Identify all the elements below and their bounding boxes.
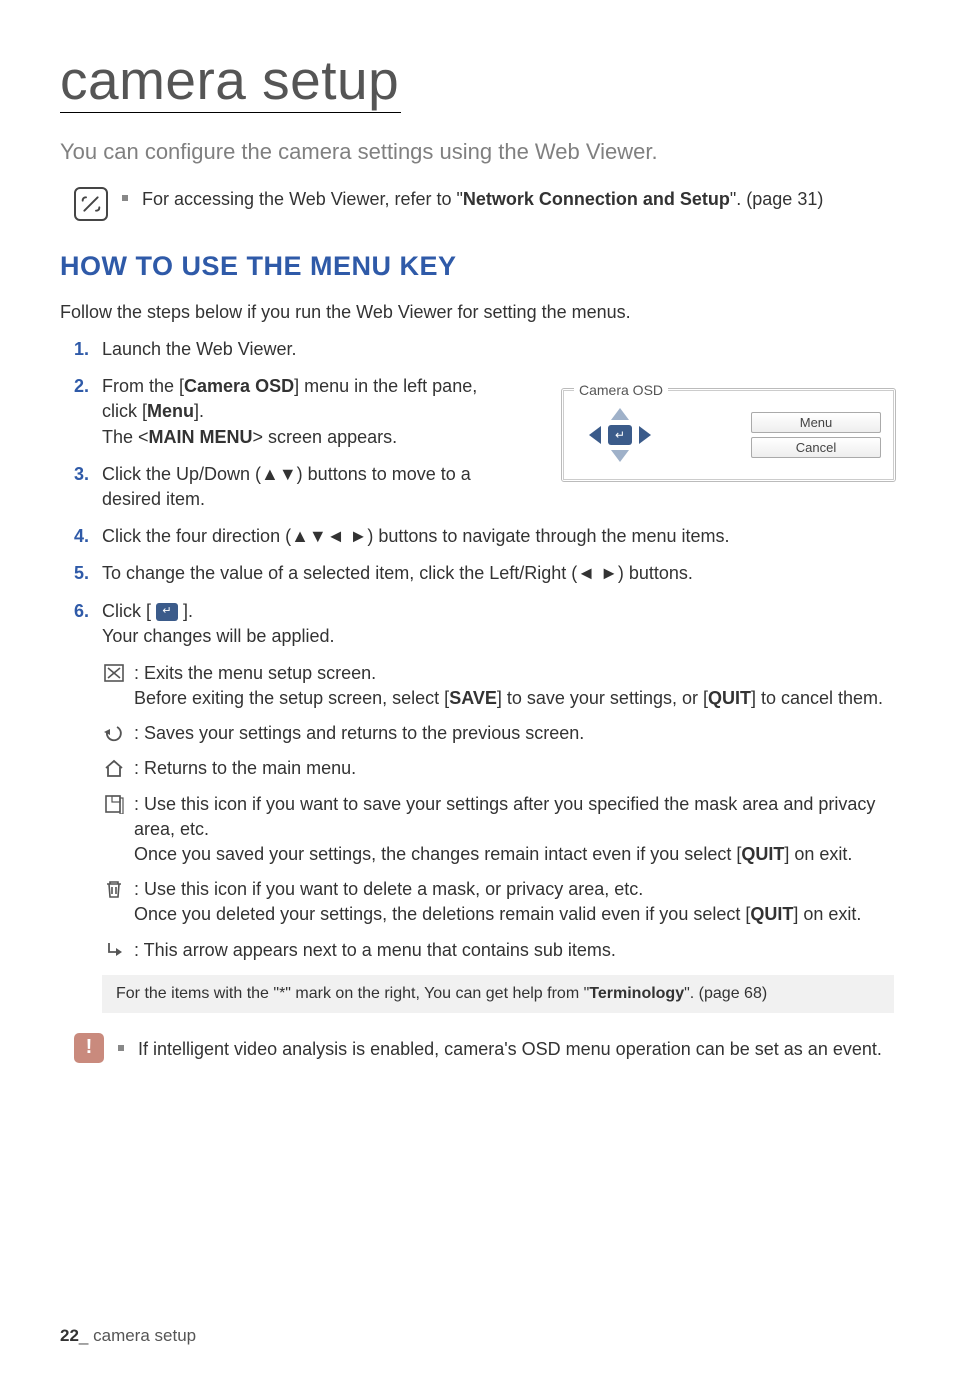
glyph-exit: : Exits the menu setup screen. Before ex… [102, 661, 894, 711]
step-2: 2. From the [Camera OSD] menu in the lef… [102, 374, 492, 450]
intro-text: You can configure the camera settings us… [60, 139, 894, 165]
submenu-arrow-icon [102, 939, 126, 961]
glyph-list: : Exits the menu setup screen. Before ex… [60, 661, 894, 963]
bullet-icon [118, 1045, 124, 1051]
note-icon [74, 187, 108, 221]
step-4: 4.Click the four direction (▲▼◄ ►) butto… [102, 524, 894, 549]
glyph-submenu: : This arrow appears next to a menu that… [102, 938, 894, 963]
step-5: 5.To change the value of a selected item… [102, 561, 894, 586]
cancel-button[interactable]: Cancel [751, 437, 881, 458]
page-footer: 22_ camera setup [60, 1326, 196, 1346]
page-title-wrap: camera setup [60, 48, 401, 113]
caution-icon: ! [74, 1033, 104, 1063]
exit-icon [102, 662, 126, 684]
bullet-icon [122, 195, 128, 201]
step-3: 3.Click the Up/Down (▲▼) buttons to move… [102, 462, 492, 512]
tip-box: For the items with the "*" mark on the r… [102, 975, 894, 1013]
glyph-save: : Use this icon if you want to save your… [102, 792, 894, 868]
steps-list: 1.Launch the Web Viewer. 2. From the [Ca… [60, 337, 894, 649]
menu-button[interactable]: Menu [751, 412, 881, 433]
osd-figure: Camera OSD ↵ Menu Cancel [561, 388, 896, 482]
enter-icon: ↵ [156, 603, 178, 621]
trash-icon [102, 878, 126, 900]
step-1: 1.Launch the Web Viewer. [102, 337, 492, 362]
caution-text: If intelligent video analysis is enabled… [138, 1037, 882, 1061]
note-text: For accessing the Web Viewer, refer to "… [142, 187, 823, 211]
arrow-up-icon[interactable] [611, 408, 629, 420]
glyph-back: : Saves your settings and returns to the… [102, 721, 894, 746]
arrow-right-icon[interactable] [639, 426, 651, 444]
body-text: Follow the steps below if you run the We… [60, 302, 894, 323]
home-icon [102, 757, 126, 779]
save-icon [102, 793, 126, 815]
glyph-home: : Returns to the main menu. [102, 756, 894, 781]
back-icon [102, 722, 126, 744]
page-number: 22 [60, 1326, 79, 1345]
enter-button[interactable]: ↵ [608, 425, 632, 445]
arrow-left-icon[interactable] [589, 426, 601, 444]
page-title: camera setup [60, 48, 399, 112]
glyph-delete: : Use this icon if you want to delete a … [102, 877, 894, 927]
caution-row: ! If intelligent video analysis is enabl… [74, 1033, 894, 1063]
figure-legend: Camera OSD [574, 382, 668, 398]
step-6: 6. Click [ ↵ ]. Your changes will be app… [102, 599, 894, 649]
section-heading: HOW TO USE THE MENU KEY [60, 251, 894, 282]
arrow-down-icon[interactable] [611, 450, 629, 462]
note-row: For accessing the Web Viewer, refer to "… [74, 187, 894, 221]
dpad: ↵ [584, 405, 656, 465]
